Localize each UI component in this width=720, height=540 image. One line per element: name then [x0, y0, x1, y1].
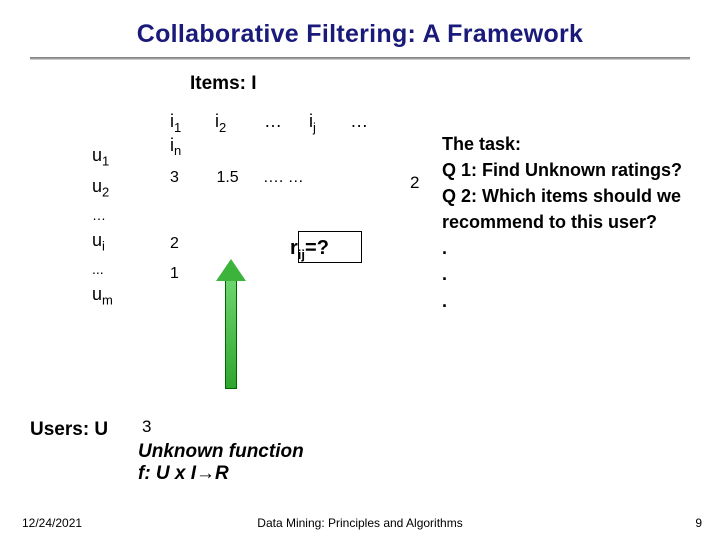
col-dots1: … — [264, 111, 304, 132]
row-u1: u — [92, 145, 102, 165]
row-gap2: ... — [92, 258, 113, 280]
task-dot2: . — [442, 261, 720, 287]
fn-line2: f: U x I→R — [138, 463, 304, 485]
cell-2: 2 — [170, 235, 212, 253]
col-in-sub: n — [174, 143, 181, 158]
unknown-function: Unknown function f: U x I→R — [138, 441, 304, 485]
row-u2-sub: 2 — [102, 185, 109, 200]
rij-eq: =? — [305, 237, 329, 259]
row-um: u — [92, 284, 102, 304]
items-label: Items: I — [190, 73, 257, 95]
col-ij-sub: j — [313, 120, 316, 135]
column-headers: i1 i2 … ij … in — [170, 111, 380, 158]
fn-line1: Unknown function — [138, 441, 304, 463]
task-dot1: . — [442, 235, 720, 261]
task-heading: The task: — [442, 131, 720, 157]
task-block: The task: Q 1: Find Unknown ratings? Q 2… — [442, 131, 720, 314]
rij-label: rij=? — [290, 237, 329, 262]
col-i1-sub: 1 — [174, 120, 181, 135]
row-u1-sub: 1 — [102, 154, 109, 169]
footer-center: Data Mining: Principles and Algorithms — [0, 516, 720, 530]
users-label: Users: U — [30, 419, 108, 441]
footer-page: 9 — [695, 516, 702, 530]
slide-root: Collaborative Filtering: A Framework Ite… — [0, 0, 720, 540]
cell-1p5: 1.5 — [216, 169, 258, 187]
task-q1: Q 1: Find Unknown ratings? — [442, 157, 720, 183]
cell-3: 3 — [170, 169, 212, 187]
rij-sub: ij — [298, 247, 305, 262]
slide-title: Collaborative Filtering: A Framework — [30, 20, 690, 49]
row-gap1: … — [92, 204, 113, 226]
task-dot3: . — [442, 288, 720, 314]
rij-r: r — [290, 237, 298, 259]
cell-dots: …. … — [263, 169, 323, 187]
cell-1: 1 — [170, 265, 212, 283]
task-q2: Q 2: Which items should we recommend to … — [442, 183, 720, 235]
row-ui-sub: i — [102, 239, 105, 254]
stray-two: 2 — [410, 173, 419, 193]
col-dots2: … — [350, 111, 380, 132]
title-rule — [30, 57, 690, 59]
up-arrow-icon — [216, 259, 246, 389]
row-labels: u1 u2 … ui ... um — [92, 141, 113, 311]
col-i2-sub: 2 — [219, 120, 226, 135]
row-um-sub: m — [102, 293, 113, 308]
row-ui: u — [92, 230, 102, 250]
content-area: Items: I i1 i2 … ij … in u1 u2 … ui ... … — [30, 69, 690, 489]
row-u2: u — [92, 176, 102, 196]
three-below: 3 — [142, 417, 151, 437]
